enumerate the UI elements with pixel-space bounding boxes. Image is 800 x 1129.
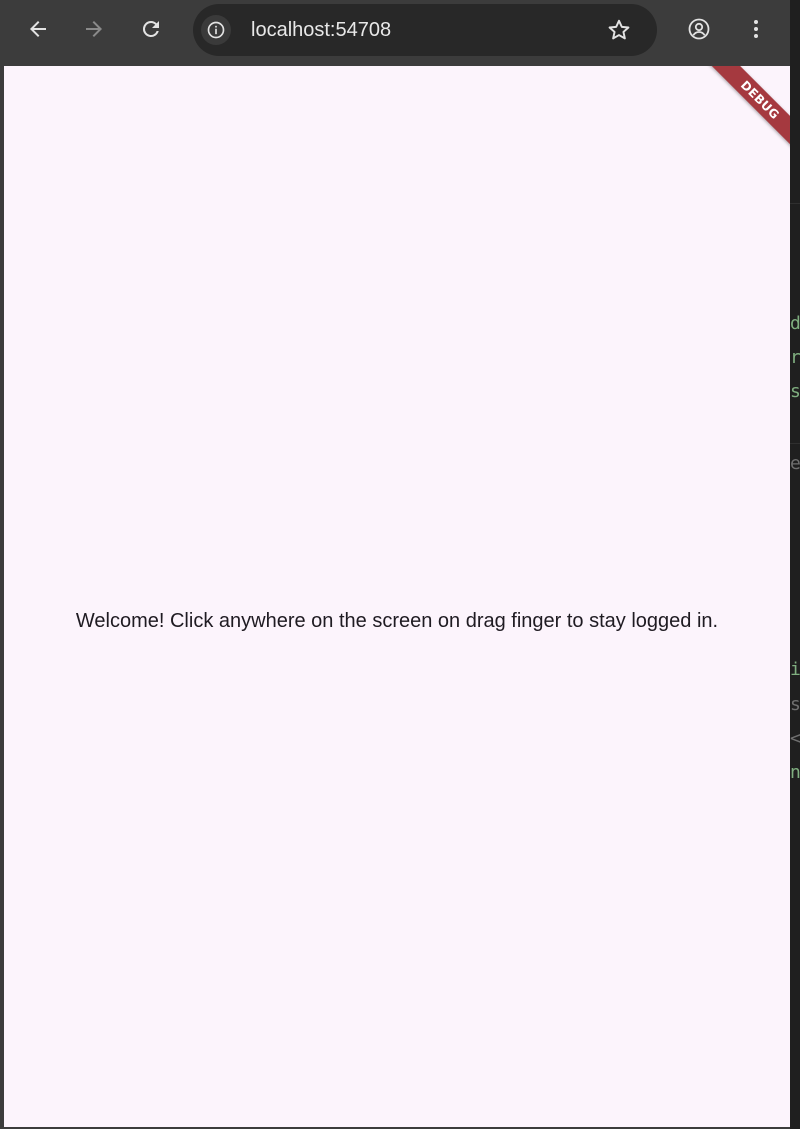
- star-icon[interactable]: [606, 17, 632, 43]
- editor-text: s: [790, 694, 800, 715]
- background-editor-window: d r s e i s < n: [789, 0, 800, 1129]
- browser-toolbar: localhost:54708: [0, 0, 790, 66]
- info-icon: [207, 21, 225, 39]
- more-vert-icon: [754, 20, 758, 38]
- editor-text: i: [790, 659, 800, 680]
- debug-banner: DEBUG: [696, 66, 790, 164]
- editor-text: s: [790, 381, 800, 402]
- profile-button[interactable]: [684, 14, 714, 44]
- welcome-message: Welcome! Click anywhere on the screen on…: [75, 610, 719, 632]
- editor-text: <: [790, 728, 800, 749]
- account-circle-icon: [688, 18, 710, 40]
- debug-banner-label: DEBUG: [737, 77, 783, 123]
- browser-window: localhost:54708 Welcome! Click anywhere …: [0, 0, 790, 1129]
- reload-button[interactable]: [136, 14, 166, 44]
- back-button[interactable]: [23, 14, 53, 44]
- editor-text: d: [790, 313, 800, 334]
- site-info-button[interactable]: [201, 15, 231, 45]
- browser-menu-button[interactable]: [741, 14, 771, 44]
- editor-text: n: [790, 762, 800, 783]
- address-bar[interactable]: localhost:54708: [193, 4, 657, 56]
- editor-text: e: [790, 453, 800, 474]
- arrow-right-icon: [86, 21, 102, 37]
- app-viewport[interactable]: Welcome! Click anywhere on the screen on…: [4, 66, 790, 1127]
- url-text: localhost:54708: [251, 19, 392, 41]
- editor-divider: [789, 203, 800, 204]
- editor-divider: [789, 443, 800, 444]
- arrow-left-icon: [30, 21, 46, 37]
- editor-text: r: [790, 347, 800, 368]
- screen: d r s e i s < n localhost:54708 Welcome!…: [0, 0, 800, 1129]
- reload-icon: [142, 20, 159, 37]
- forward-button[interactable]: [79, 14, 109, 44]
